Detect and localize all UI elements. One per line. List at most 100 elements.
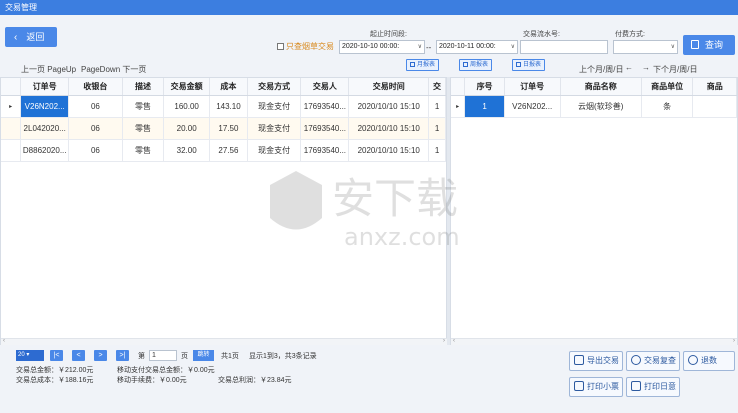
grid-cell[interactable]: 160.00: [163, 95, 211, 118]
print-daily-button[interactable]: 打印日意: [626, 377, 680, 397]
column-header[interactable]: 订单号: [20, 78, 70, 96]
refund-button[interactable]: 退数: [683, 351, 735, 371]
grid-cell[interactable]: 2L042020...: [20, 117, 70, 140]
page-suffix: 页: [181, 353, 188, 360]
column-header[interactable]: 交易方式: [247, 78, 302, 96]
last-page-button[interactable]: >|: [116, 350, 129, 361]
grid-cell[interactable]: 1: [464, 95, 505, 118]
grid-cell[interactable]: V26N202...: [504, 95, 561, 118]
grid-cell[interactable]: 现金支付: [247, 139, 302, 162]
column-header[interactable]: 描述: [122, 78, 165, 96]
grid-cell[interactable]: 17.50: [209, 117, 248, 140]
end-time-picker[interactable]: 2020-10-11 00:00: ∨: [436, 40, 518, 54]
column-header[interactable]: 收银台: [68, 78, 123, 96]
grid-cell[interactable]: 17693540...: [300, 117, 350, 140]
grid-cell[interactable]: 2020/10/10 15:10: [348, 117, 430, 140]
grid-cell[interactable]: 2020/10/10 15:10: [348, 139, 430, 162]
prev-page-button[interactable]: <: [72, 350, 85, 361]
query-button[interactable]: 查询: [683, 35, 735, 55]
page-down-link[interactable]: PageDown 下一页: [81, 64, 146, 75]
window-titlebar: 交易管理: [0, 0, 738, 15]
chevron-down-icon: ∨: [417, 44, 422, 50]
grid-cell[interactable]: 现金支付: [247, 117, 302, 140]
grid-cell[interactable]: 云烟(软珍善): [560, 95, 642, 118]
grid-cell[interactable]: 32.00: [163, 139, 211, 162]
period-next-link[interactable]: 下个月/周/日: [653, 64, 697, 75]
day-report-label: 日报表: [523, 62, 542, 68]
current-row-indicator-icon: ▸: [1, 95, 22, 118]
grid-cell[interactable]: [692, 95, 737, 118]
scroll-left-icon[interactable]: ‹: [453, 338, 455, 344]
scroll-right-icon[interactable]: ›: [733, 338, 735, 344]
column-header[interactable]: 交易金额: [163, 78, 211, 96]
column-header[interactable]: 商品名称: [560, 78, 642, 96]
grid-cell[interactable]: 20.00: [163, 117, 211, 140]
arrow-right-icon[interactable]: →: [642, 63, 650, 72]
grid-cell[interactable]: 零售: [122, 139, 165, 162]
grid-cell[interactable]: 06: [68, 117, 123, 140]
only-tobacco-checkbox[interactable]: 只查烟草交易: [277, 41, 334, 52]
grid-cell[interactable]: 零售: [122, 117, 165, 140]
grid-cell[interactable]: 27.56: [209, 139, 248, 162]
table-row[interactable]: 2L042020... 06 零售 20.00 17.50 现金支付 17693…: [1, 117, 446, 140]
grid-cell[interactable]: 现金支付: [247, 95, 302, 118]
column-header[interactable]: 商品: [692, 78, 737, 96]
column-header[interactable]: 商品单位: [641, 78, 694, 96]
period-prev-link[interactable]: 上个月/周/日: [579, 64, 623, 75]
mobile-total: 移动支付交易总金额：￥0.00元: [117, 367, 215, 374]
print-receipt-label: 打印小票: [587, 382, 619, 391]
left-grid-hscrollbar[interactable]: ‹ ›: [1, 338, 447, 345]
table-row[interactable]: ▸ 1 V26N202... 云烟(软珍善) 条: [451, 95, 737, 118]
first-page-button[interactable]: |<: [50, 350, 63, 361]
transactions-grid[interactable]: 订单号 收银台 描述 交易金额 成本 交易方式 交易人 交易时间 交 ▸ V26…: [0, 77, 447, 345]
back-button[interactable]: ‹ 返回: [5, 27, 57, 47]
printer-icon: [574, 381, 584, 391]
table-row[interactable]: D8862020... 06 零售 32.00 27.56 现金支付 17693…: [1, 139, 446, 162]
column-header[interactable]: 交易时间: [348, 78, 430, 96]
grid-cell[interactable]: 06: [68, 95, 123, 118]
column-header[interactable]: 订单号: [504, 78, 561, 96]
grid-cell[interactable]: 条: [641, 95, 694, 118]
table-row[interactable]: ▸ V26N202... 06 零售 160.00 143.10 现金支付 17…: [1, 95, 446, 118]
grid-cell[interactable]: 零售: [122, 95, 165, 118]
column-header[interactable]: 交: [428, 78, 446, 96]
payment-select[interactable]: ∨: [613, 40, 678, 54]
grid-cell[interactable]: 143.10: [209, 95, 248, 118]
grid-cell[interactable]: 17693540...: [300, 139, 350, 162]
column-header[interactable]: 成本: [209, 78, 248, 96]
month-report-label: 月报表: [417, 62, 436, 68]
order-items-grid[interactable]: 序号 订单号 商品名称 商品单位 商品 ▸ 1 V26N202... 云烟(软珍…: [450, 77, 738, 345]
end-time-value: 2020-10-11 00:00:: [439, 43, 496, 50]
day-report-button[interactable]: 日报表: [512, 59, 546, 71]
grid-cell[interactable]: 17693540...: [300, 95, 350, 118]
grid-cell[interactable]: 2020/10/10 15:10: [348, 95, 430, 118]
recheck-button[interactable]: 交易复查: [626, 351, 680, 371]
start-time-picker[interactable]: 2020-10-10 00:00: ∨: [339, 40, 425, 54]
grid-cell[interactable]: D8862020...: [20, 139, 70, 162]
total-pages: 共1页: [221, 353, 239, 360]
week-report-button[interactable]: 周报表: [459, 59, 493, 71]
page-number-input[interactable]: 1: [149, 350, 177, 361]
jump-button[interactable]: 跳转: [193, 350, 214, 361]
export-button[interactable]: 导出交易: [569, 351, 623, 371]
next-page-button[interactable]: >: [94, 350, 107, 361]
grid-cell[interactable]: 1: [428, 139, 446, 162]
grid-cell[interactable]: 06: [68, 139, 123, 162]
arrow-left-icon[interactable]: ←: [625, 63, 633, 72]
month-report-button[interactable]: 月报表: [406, 59, 440, 71]
print-receipt-button[interactable]: 打印小票: [569, 377, 623, 397]
grid-cell[interactable]: 1: [428, 95, 446, 118]
column-header[interactable]: 序号: [464, 78, 505, 96]
page-up-link[interactable]: 上一页 PageUp: [21, 64, 76, 75]
chevron-down-icon: ∨: [670, 44, 675, 50]
chevron-left-icon: ‹: [14, 32, 18, 43]
page-size-select[interactable]: 20 ▾: [16, 350, 44, 361]
right-grid-hscrollbar[interactable]: ‹ ›: [451, 338, 737, 345]
current-row-indicator-icon: ▸: [451, 95, 466, 118]
grid-cell[interactable]: V26N202...: [20, 95, 70, 118]
serial-input[interactable]: [520, 40, 608, 54]
scroll-left-icon[interactable]: ‹: [3, 338, 5, 344]
grid-cell[interactable]: 1: [428, 117, 446, 140]
column-header[interactable]: 交易人: [300, 78, 350, 96]
scroll-right-icon[interactable]: ›: [443, 338, 445, 344]
